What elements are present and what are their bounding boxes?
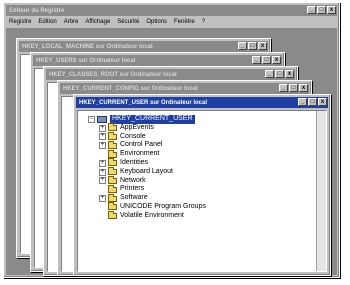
child-window-current-user[interactable]: HKEY_CURRENT_USER sur Ordinateur local _… — [73, 94, 331, 276]
menu-options[interactable]: Options — [146, 19, 167, 25]
tree-item[interactable]: + Console — [88, 131, 206, 142]
expand-icon[interactable]: + — [99, 133, 106, 141]
tree-item-label: AppEvents — [120, 123, 154, 131]
tree-item[interactable]: + Software — [88, 193, 206, 203]
active-title: HKEY_CURRENT_USER sur Ordinateur local — [79, 99, 208, 106]
active-title-bar[interactable]: HKEY_CURRENT_USER sur Ordinateur local _… — [76, 97, 328, 108]
tree-item[interactable]: + Network — [88, 175, 206, 186]
tree-item-label: Identities — [120, 158, 149, 166]
tree-item-label: Console — [120, 132, 146, 140]
folder-icon — [108, 184, 117, 193]
folder-icon — [108, 211, 117, 220]
folder-icon — [108, 123, 117, 132]
minimize-button[interactable]: _ — [265, 70, 274, 78]
menu-bar: Registre Edition Arbre Affichage Sécurit… — [7, 17, 336, 27]
menu-help[interactable]: ? — [202, 19, 205, 25]
folder-icon — [108, 175, 117, 184]
folder-icon — [108, 149, 117, 158]
child-title: HKEY_CURRENT_CONFIG sur Ordinateur local — [63, 85, 198, 92]
maximize-button[interactable]: □ — [308, 98, 317, 106]
tree-root-node[interactable]: − HKEY_CURRENT_USER — [88, 115, 206, 124]
minimize-button[interactable]: _ — [252, 56, 261, 64]
expand-icon[interactable]: + — [99, 168, 106, 176]
maximize-button[interactable]: □ — [262, 56, 271, 64]
folder-icon — [108, 140, 117, 149]
tree-item-label: Keyboard Layout — [120, 167, 173, 175]
tree-item[interactable]: + Keyboard Layout — [88, 167, 206, 177]
menu-registre[interactable]: Registre — [9, 19, 31, 25]
child-title-bar[interactable]: HKEY_CLASSES_ROOT sur Ordinateur local _… — [46, 69, 295, 80]
maximize-button[interactable]: □ — [248, 42, 257, 50]
registry-tree: − HKEY_CURRENT_USER + AppEvents + Console … — [88, 115, 206, 221]
close-button[interactable]: x — [258, 42, 267, 50]
close-button[interactable]: x — [299, 84, 308, 92]
close-button[interactable]: x — [285, 70, 294, 78]
minimize-button[interactable]: _ — [238, 42, 247, 50]
child-title-bar[interactable]: HKEY_USERS sur Ordinateur local _ □ x — [33, 55, 282, 66]
menu-securite[interactable]: Sécurité — [117, 19, 139, 25]
child-title-bar[interactable]: HKEY_CURRENT_CONFIG sur Ordinateur local… — [60, 83, 309, 94]
folder-icon — [108, 158, 117, 167]
child-title-bar[interactable]: HKEY_LOCAL_MACHINE sur Ordinateur local … — [19, 41, 268, 52]
minimize-button[interactable]: _ — [298, 98, 307, 106]
expand-icon[interactable]: + — [99, 177, 106, 185]
tree-item-label: Environment — [120, 150, 160, 158]
expand-icon[interactable]: + — [99, 142, 106, 150]
tree-item-label: Printers — [120, 185, 145, 193]
expand-icon[interactable]: + — [99, 159, 106, 167]
menu-edition[interactable]: Edition — [38, 19, 56, 25]
vertical-scrollbar[interactable] — [316, 111, 326, 271]
minimize-button[interactable]: _ — [307, 6, 316, 14]
tree-item[interactable]: Volatile Environment — [88, 211, 206, 221]
folder-icon — [108, 202, 117, 211]
close-button[interactable]: x — [272, 56, 281, 64]
folder-icon — [108, 131, 117, 140]
close-button[interactable]: x — [327, 6, 336, 14]
tree-item[interactable]: Environment — [88, 149, 206, 159]
maximize-button[interactable]: □ — [317, 6, 326, 14]
child-title: HKEY_CLASSES_ROOT sur Ordinateur local — [49, 71, 177, 78]
tree-item[interactable]: + Identities — [88, 158, 206, 168]
folder-icon — [108, 167, 117, 176]
tree-item[interactable]: UNICODE Program Groups — [88, 202, 206, 212]
folder-icon — [108, 193, 117, 202]
tree-item-label: Software — [120, 194, 148, 202]
tree-item[interactable]: Printers — [88, 184, 206, 194]
expand-icon[interactable]: + — [99, 195, 106, 203]
minimize-button[interactable]: _ — [279, 84, 288, 92]
menu-fenetre[interactable]: Fenêtre — [174, 19, 195, 25]
menu-affichage[interactable]: Affichage — [85, 19, 110, 25]
tree-view[interactable]: − HKEY_CURRENT_USER + AppEvents + Console … — [77, 110, 327, 272]
tree-item[interactable]: + Control Panel — [88, 140, 206, 150]
tree-root-label: HKEY_CURRENT_USER — [110, 115, 195, 124]
close-button[interactable]: x — [318, 98, 327, 106]
tree-item-label: Network — [120, 176, 146, 184]
collapse-icon[interactable]: − — [88, 115, 95, 123]
computer-icon — [97, 115, 107, 123]
maximize-button[interactable]: □ — [289, 84, 298, 92]
menu-arbre[interactable]: Arbre — [64, 19, 79, 25]
expand-icon[interactable]: + — [99, 124, 106, 132]
maximize-button[interactable]: □ — [275, 70, 284, 78]
tree-item[interactable]: + AppEvents — [88, 123, 206, 133]
tree-item-label: UNICODE Program Groups — [120, 202, 206, 210]
main-title-bar[interactable]: Editeur du Registre _ □ x — [6, 5, 337, 16]
tree-item-label: Control Panel — [120, 141, 163, 149]
tree-item-label: Volatile Environment — [120, 211, 184, 219]
child-title: HKEY_LOCAL_MACHINE sur Ordinateur local — [22, 43, 153, 50]
child-title: HKEY_USERS sur Ordinateur local — [36, 57, 136, 64]
main-title: Editeur du Registre — [9, 7, 65, 14]
